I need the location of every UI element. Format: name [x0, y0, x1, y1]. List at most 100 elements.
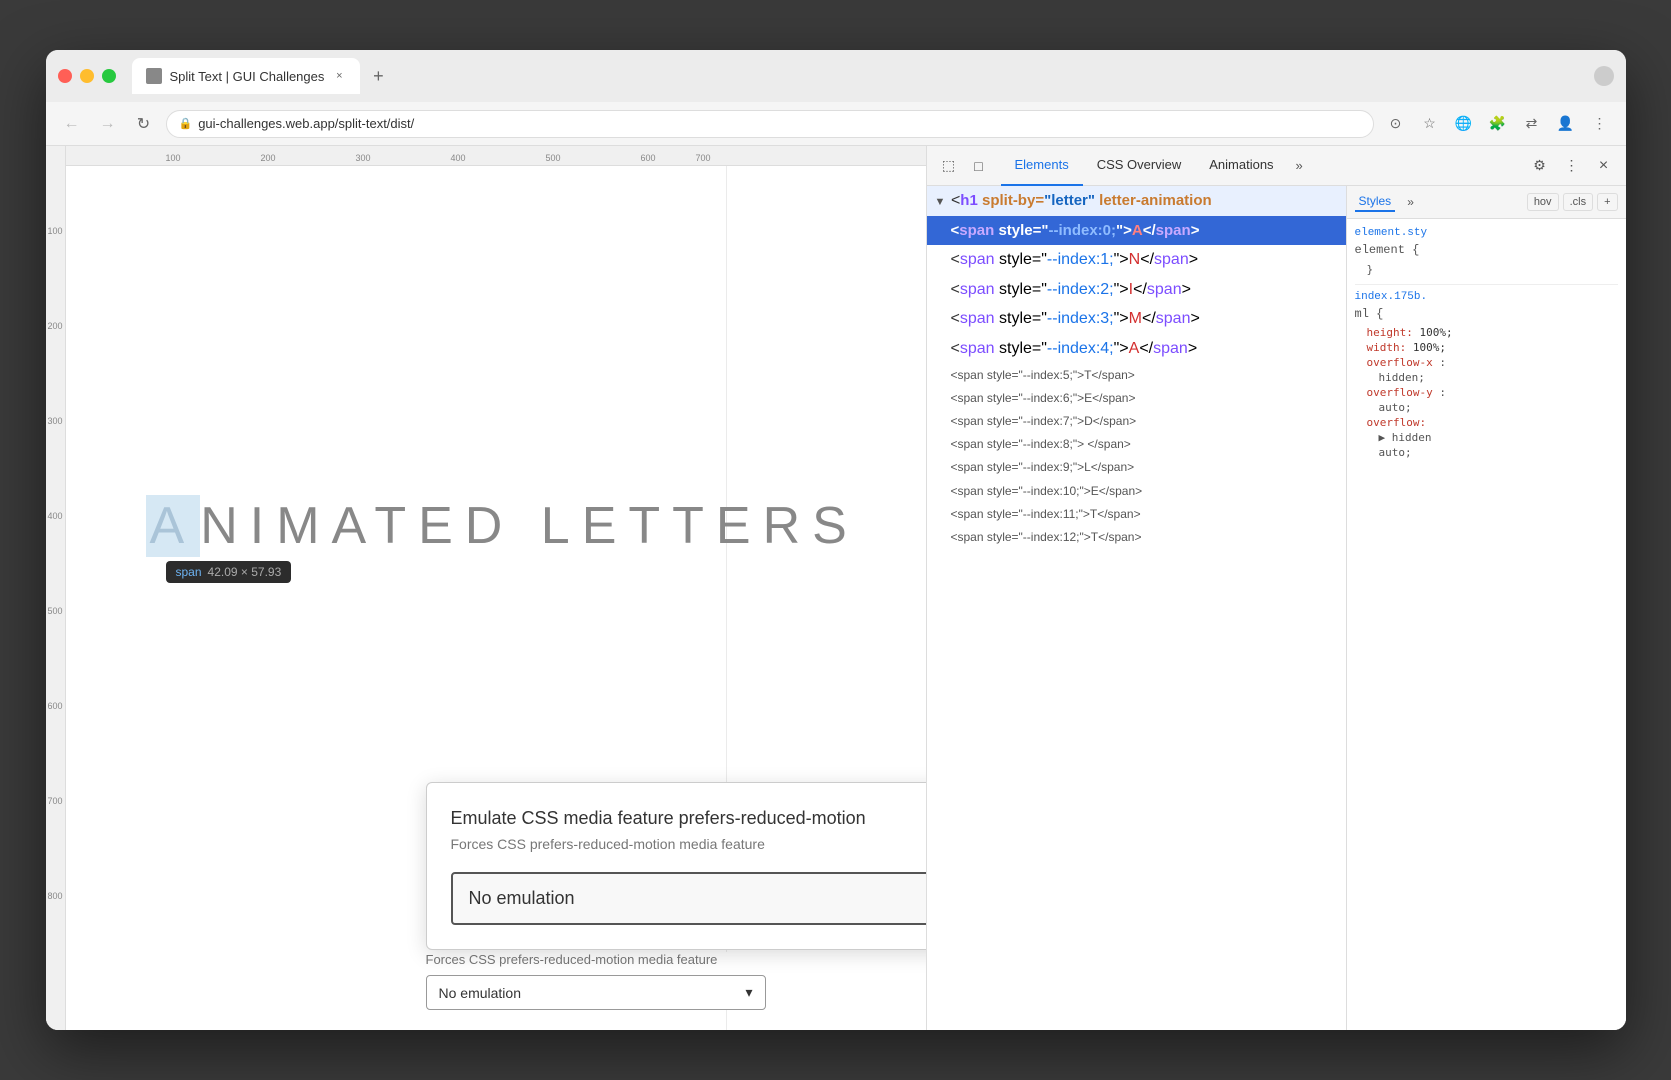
emulate-small-value: No emulation — [439, 985, 522, 1001]
styles-tab[interactable]: Styles — [1355, 192, 1396, 212]
ruler-mark-400: 400 — [451, 153, 466, 163]
active-tab[interactable]: Split Text | GUI Challenges × — [132, 58, 361, 94]
address-bar[interactable]: 🔒 gui-challenges.web.app/split-text/dist… — [166, 110, 1374, 138]
tree-line-span-4[interactable]: <span style="--index:4;">A</span> — [927, 334, 1346, 364]
ruler-vmark-100: 100 — [47, 226, 62, 236]
profile-avatar[interactable]: 👤 — [1552, 110, 1580, 138]
device-icon[interactable]: □ — [965, 152, 993, 180]
emulate-small-dropdown-wrapper: No emulation ▾ — [426, 975, 766, 1010]
prop-name-overflow-y: overflow-y — [1367, 386, 1433, 399]
tab-area: Split Text | GUI Challenges × + — [132, 58, 1586, 94]
prop-val-width: 100%; — [1413, 341, 1446, 354]
tab-css-overview[interactable]: CSS Overview — [1083, 146, 1196, 186]
ruler-top: 100 200 300 400 500 600 700 — [46, 146, 926, 166]
ruler-vmark-300: 300 — [47, 416, 62, 426]
ruler-mark-500: 500 — [546, 153, 561, 163]
styles-panel: Styles » hov .cls + element.sty — [1346, 186, 1626, 1030]
tree-line-span-5[interactable]: <span style="--index:5;">T</span> — [927, 364, 1346, 387]
extensions-button[interactable]: 🧩 — [1484, 110, 1512, 138]
refresh-icon: ↻ — [137, 114, 150, 134]
chrome-icon: 🌐 — [1450, 110, 1478, 138]
prop-overflow-val2: auto; — [1355, 445, 1618, 460]
devtools-more-tabs[interactable]: » — [1288, 158, 1311, 173]
bookmark-button[interactable]: ☆ — [1416, 110, 1444, 138]
screenshot-button[interactable]: ⊙ — [1382, 110, 1410, 138]
ruler-vmark-400: 400 — [47, 511, 62, 521]
tree-line-span-12[interactable]: <span style="--index:12;">T</span> — [927, 526, 1346, 549]
styles-source-2: index.175b. — [1355, 291, 1618, 303]
emulate-dropdown[interactable]: No emulation — [451, 872, 926, 925]
devtools-panel: ⬚ □ Elements CSS Overview Animations » ⚙… — [926, 146, 1626, 1030]
lock-icon: 🔒 — [179, 117, 193, 130]
tree-line-span-3[interactable]: <span style="--index:3;">M</span> — [927, 304, 1346, 334]
window-control — [1594, 66, 1614, 86]
ruler-mark-600: 600 — [641, 153, 656, 163]
devtools-settings-button[interactable]: ⚙ — [1526, 152, 1554, 180]
ruler-vmark-700: 700 — [47, 796, 62, 806]
prop-name-overflow-x: overflow-x — [1367, 356, 1433, 369]
styles-header-right: hov .cls + — [1527, 193, 1618, 211]
minimize-traffic-light[interactable] — [80, 69, 94, 83]
browser-window: Split Text | GUI Challenges × + ← → ↻ 🔒 … — [46, 50, 1626, 1030]
devtools-more-button[interactable]: ⋮ — [1558, 152, 1586, 180]
rest-letters: NIMATED LETTERS — [200, 497, 859, 555]
tree-line-span-0[interactable]: <span style="--index:0;">A</span> — [927, 216, 1346, 246]
styles-tab-more[interactable]: » — [1403, 193, 1418, 211]
add-style-button[interactable]: + — [1597, 193, 1617, 211]
tree-line-h1[interactable]: ▼ <h1 split-by="letter" letter-animation — [927, 186, 1346, 216]
prop-name-width: width: — [1367, 341, 1407, 354]
tree-line-span-10[interactable]: <span style="--index:10;">E</span> — [927, 480, 1346, 503]
maximize-traffic-light[interactable] — [102, 69, 116, 83]
prop-overflow-y-val: auto; — [1355, 400, 1618, 415]
forward-icon: → — [100, 115, 116, 133]
devtools-tabs: ⬚ □ Elements CSS Overview Animations » ⚙… — [927, 146, 1626, 186]
new-tab-button[interactable]: + — [364, 62, 392, 90]
ruler-vmark-500: 500 — [47, 606, 62, 616]
tree-line-span-11[interactable]: <span style="--index:11;">T</span> — [927, 503, 1346, 526]
emulate-dropdown-wrapper: No emulation ▼ — [451, 872, 926, 925]
prop-name-height: height: — [1367, 326, 1413, 339]
tab-animations[interactable]: Animations — [1195, 146, 1287, 186]
emulate-small-dropdown[interactable]: No emulation ▾ — [426, 975, 766, 1010]
tree-line-span-2[interactable]: <span style="--index:2;">I</span> — [927, 275, 1346, 305]
tab-elements-label: Elements — [1015, 157, 1069, 172]
ruler-mark-200: 200 — [261, 153, 276, 163]
ruler-mark-300: 300 — [356, 153, 371, 163]
ruler-mark-700: 700 — [696, 153, 711, 163]
emulate-small-arrow-icon: ▾ — [745, 984, 752, 1001]
ruler-vmark-600: 600 — [47, 701, 62, 711]
tree-toggle-icon[interactable]: ▼ — [935, 194, 947, 212]
tree-line-span-8[interactable]: <span style="--index:8;"> </span> — [927, 433, 1346, 456]
tree-line-span-9[interactable]: <span style="--index:9;">L</span> — [927, 456, 1346, 479]
main-content: 100 200 300 400 500 600 700 100 200 300 … — [46, 146, 1626, 1030]
styles-body: element.sty element { } index.175b. ml { — [1347, 219, 1626, 1030]
cls-button[interactable]: .cls — [1563, 193, 1594, 211]
emulate-dropdown-value: No emulation — [469, 888, 575, 909]
title-bar: Split Text | GUI Challenges × + — [46, 50, 1626, 102]
emulate-panel: × Emulate CSS media feature prefers-redu… — [426, 782, 926, 950]
profile-sync-button[interactable]: ⇄ — [1518, 110, 1546, 138]
devtools-close-button[interactable]: × — [1590, 152, 1618, 180]
devtools-main: ▼ <h1 split-by="letter" letter-animation… — [927, 186, 1626, 1030]
styles-rule-element: element { — [1355, 239, 1618, 261]
forward-button[interactable]: → — [94, 110, 122, 138]
styles-section-2: index.175b. ml { height: 100%; width: — [1355, 284, 1618, 460]
source-link-2[interactable]: index.175b. — [1355, 291, 1428, 303]
tab-elements[interactable]: Elements — [1001, 146, 1083, 186]
page-area: 100 200 300 400 500 600 700 100 200 300 … — [46, 146, 926, 1030]
prop-name-overflow: overflow: — [1367, 416, 1427, 429]
prop-overflow-x: overflow-x : — [1355, 355, 1618, 370]
back-button[interactable]: ← — [58, 110, 86, 138]
tree-line-span-7[interactable]: <span style="--index:7;">D</span> — [927, 410, 1346, 433]
hov-button[interactable]: hov — [1527, 193, 1559, 211]
close-traffic-light[interactable] — [58, 69, 72, 83]
tab-close-button[interactable]: × — [332, 69, 346, 83]
back-icon: ← — [64, 115, 80, 133]
source-link-1[interactable]: element.sty — [1355, 227, 1428, 239]
tree-line-span-6[interactable]: <span style="--index:6;">E</span> — [927, 387, 1346, 410]
tree-line-span-1[interactable]: <span style="--index:1;">N</span> — [927, 245, 1346, 275]
cursor-icon[interactable]: ⬚ — [935, 152, 963, 180]
refresh-button[interactable]: ↻ — [130, 110, 158, 138]
more-options-button[interactable]: ⋮ — [1586, 110, 1614, 138]
tab-favicon — [146, 68, 162, 84]
